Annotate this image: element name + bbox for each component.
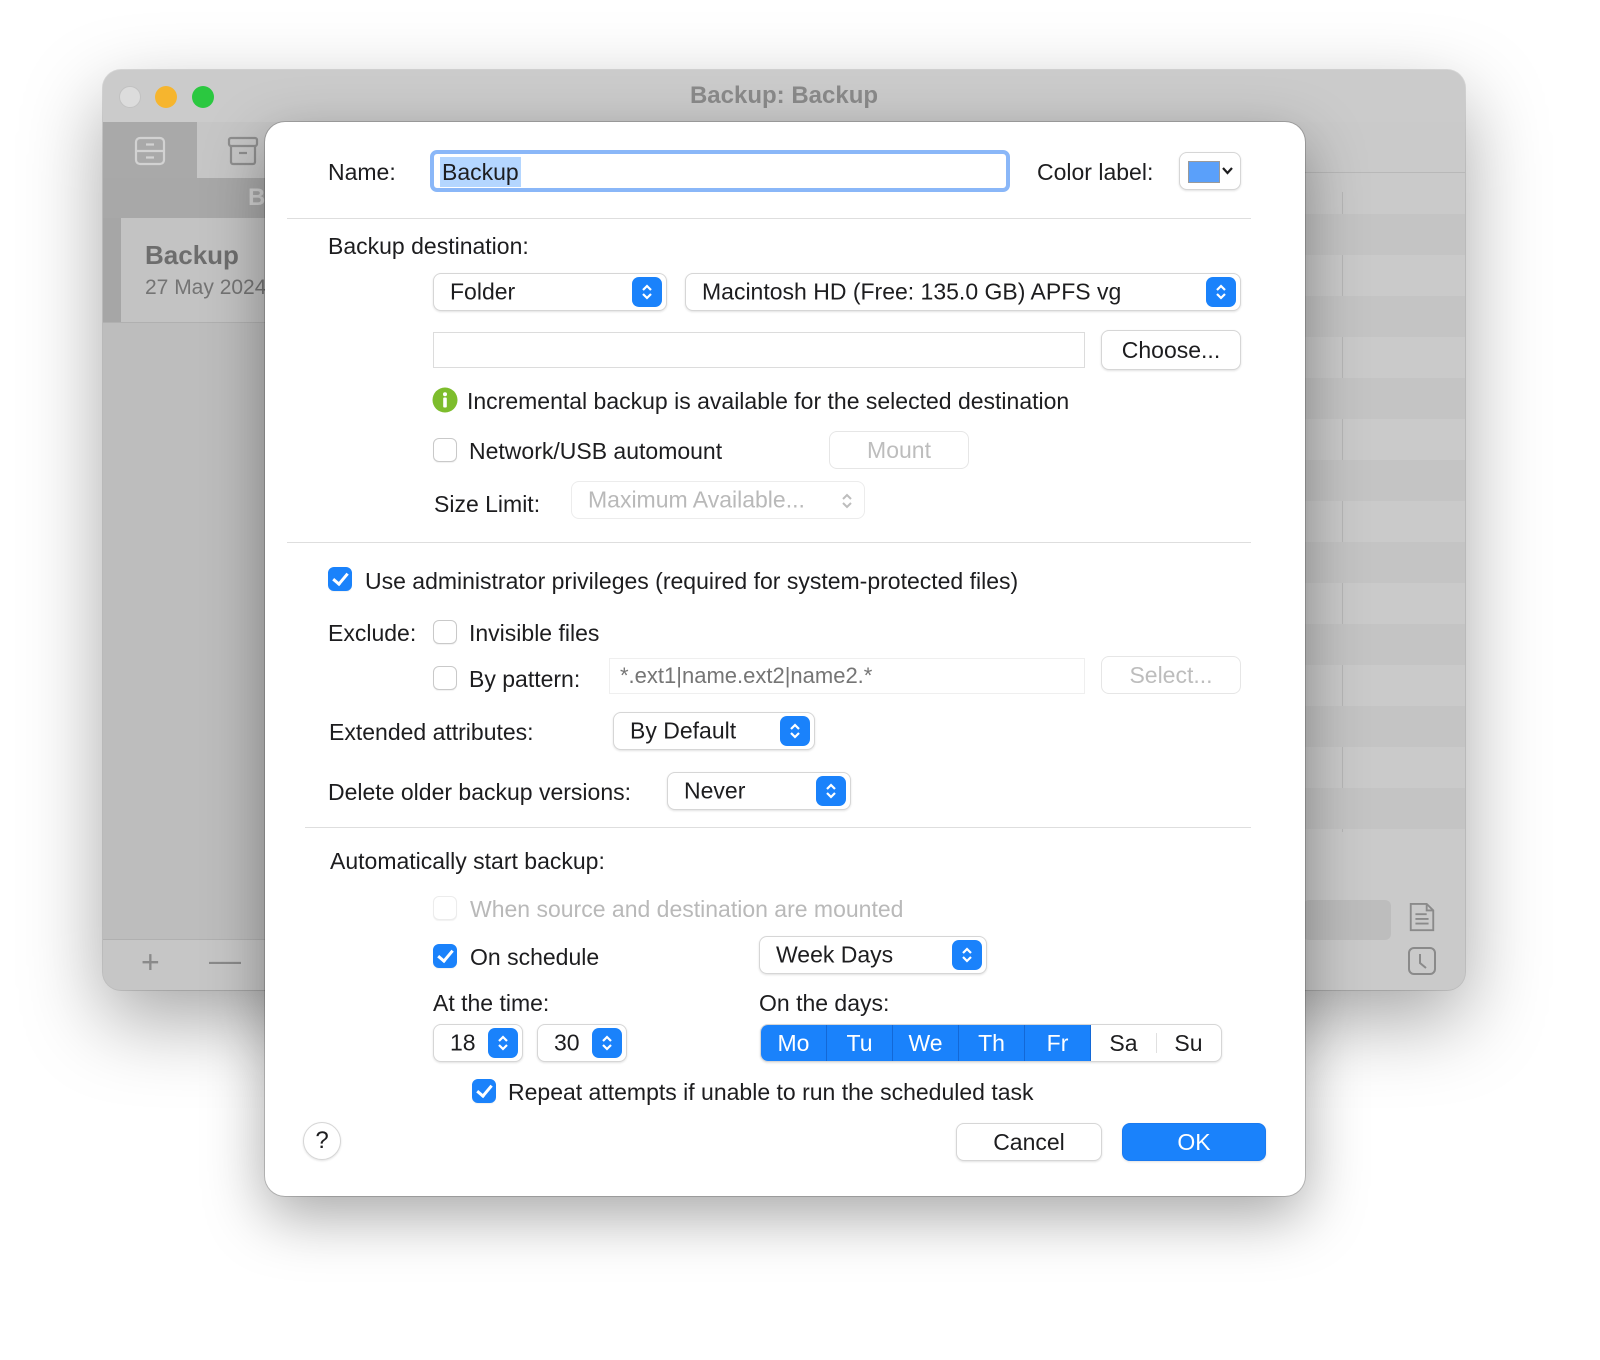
sidebar-tab-tasks[interactable] <box>103 122 197 178</box>
sidebar-header-text: B <box>248 184 266 211</box>
when-mounted-checkbox[interactable] <box>433 896 457 920</box>
size-limit-popup[interactable]: Maximum Available... <box>571 481 865 519</box>
day-toggle-we[interactable]: We <box>893 1025 959 1061</box>
extended-attributes-value: By Default <box>630 717 737 744</box>
delete-older-versions-popup[interactable]: Never <box>667 772 851 810</box>
when-mounted-label: When source and destination are mounted <box>470 896 904 922</box>
by-pattern-label: By pattern: <box>469 666 581 692</box>
extended-attributes-popup[interactable]: By Default <box>613 712 815 750</box>
schedule-frequency-value: Week Days <box>776 941 894 968</box>
hour-value: 18 <box>450 1029 476 1056</box>
color-swatch <box>1188 161 1220 183</box>
cancel-button[interactable]: Cancel <box>956 1123 1102 1161</box>
backup-settings-sheet: Name: Backup Color label: Backup destina… <box>265 122 1305 1196</box>
automount-label: Network/USB automount <box>469 438 723 464</box>
schedule-frequency-popup[interactable]: Week Days <box>759 936 987 974</box>
repeat-attempts-label: Repeat attempts if unable to run the sch… <box>508 1079 1034 1105</box>
mount-button[interactable]: Mount <box>829 431 969 469</box>
admin-privileges-label: Use administrator privileges (required f… <box>365 568 1019 594</box>
incremental-info-text: Incremental backup is available for the … <box>467 388 1070 414</box>
up-down-chevron-icon[interactable] <box>592 1028 622 1058</box>
divider <box>287 542 1251 543</box>
selection-indicator <box>103 218 121 322</box>
size-limit-value: Maximum Available... <box>588 486 805 513</box>
repeat-attempts-checkbox[interactable] <box>472 1079 496 1103</box>
destination-volume-popup[interactable]: Macintosh HD (Free: 135.0 GB) APFS vg <box>685 273 1241 311</box>
archive-box-icon <box>227 136 259 166</box>
title-bar: Backup: Backup <box>103 70 1465 123</box>
ok-button[interactable]: OK <box>1122 1123 1266 1161</box>
delete-older-versions-label: Delete older backup versions: <box>328 779 631 805</box>
exclude-label: Exclude: <box>328 620 417 646</box>
name-label: Name: <box>328 159 396 185</box>
up-down-chevron-icon[interactable] <box>488 1028 518 1058</box>
select-pattern-button[interactable]: Select... <box>1101 656 1241 694</box>
destination-type-popup[interactable]: Folder <box>433 273 667 311</box>
add-task-button[interactable]: + <box>141 944 160 981</box>
day-toggle-sa[interactable]: Sa <box>1091 1025 1156 1061</box>
color-label-label: Color label: <box>1037 159 1154 185</box>
up-down-chevron-icon <box>816 776 846 806</box>
size-limit-label: Size Limit: <box>434 491 541 517</box>
by-pattern-checkbox[interactable] <box>433 666 457 690</box>
on-schedule-label: On schedule <box>470 944 600 970</box>
sidebar-item-name: Backup <box>145 240 239 270</box>
admin-privileges-checkbox[interactable] <box>328 567 352 591</box>
window-title: Backup: Backup <box>689 82 879 109</box>
invisible-files-label: Invisible files <box>469 620 600 646</box>
cabinet-icon <box>134 136 166 166</box>
up-down-chevron-icon <box>952 940 982 970</box>
days-segmented-control: Mo Tu We Th Fr Sa Su <box>760 1024 1222 1062</box>
day-toggle-su[interactable]: Su <box>1156 1025 1221 1061</box>
divider <box>287 218 1251 219</box>
on-the-days-label: On the days: <box>759 990 890 1016</box>
divider <box>305 827 1251 828</box>
destination-type-value: Folder <box>450 278 516 305</box>
delete-older-versions-value: Never <box>684 777 746 804</box>
extended-attributes-label: Extended attributes: <box>329 719 534 745</box>
color-label-picker[interactable] <box>1179 152 1241 190</box>
choose-button[interactable]: Choose... <box>1101 330 1241 370</box>
name-input-value: Backup <box>440 157 521 187</box>
clock-icon[interactable] <box>1407 946 1437 976</box>
day-toggle-fr[interactable]: Fr <box>1025 1025 1091 1061</box>
chevron-down-icon <box>1222 167 1233 175</box>
destination-path-field[interactable] <box>433 332 1085 368</box>
on-schedule-checkbox[interactable] <box>433 944 457 968</box>
pattern-input[interactable] <box>609 658 1085 694</box>
day-toggle-tu[interactable]: Tu <box>827 1025 893 1061</box>
progress-field <box>1303 900 1391 940</box>
up-down-chevron-icon <box>842 493 852 509</box>
up-down-chevron-icon <box>632 277 662 307</box>
help-button[interactable]: ? <box>303 1122 341 1160</box>
automount-checkbox[interactable] <box>433 438 457 462</box>
log-document-icon[interactable] <box>1407 902 1437 932</box>
day-toggle-th[interactable]: Th <box>959 1025 1025 1061</box>
minute-stepper[interactable]: 30 <box>537 1024 627 1062</box>
up-down-chevron-icon <box>1206 277 1236 307</box>
minute-value: 30 <box>554 1029 580 1056</box>
auto-start-label: Automatically start backup: <box>330 848 605 874</box>
day-toggle-mo[interactable]: Mo <box>761 1025 827 1061</box>
invisible-files-checkbox[interactable] <box>433 620 457 644</box>
destination-volume-value: Macintosh HD (Free: 135.0 GB) APFS vg <box>702 278 1122 305</box>
backup-destination-label: Backup destination: <box>328 233 529 259</box>
hour-stepper[interactable]: 18 <box>433 1024 523 1062</box>
name-input[interactable]: Backup <box>430 150 1010 192</box>
up-down-chevron-icon <box>780 716 810 746</box>
at-the-time-label: At the time: <box>433 990 550 1016</box>
remove-task-button[interactable]: — <box>209 942 241 979</box>
sidebar-item-date: 27 May 2024 <box>145 276 267 299</box>
info-icon <box>432 387 458 413</box>
